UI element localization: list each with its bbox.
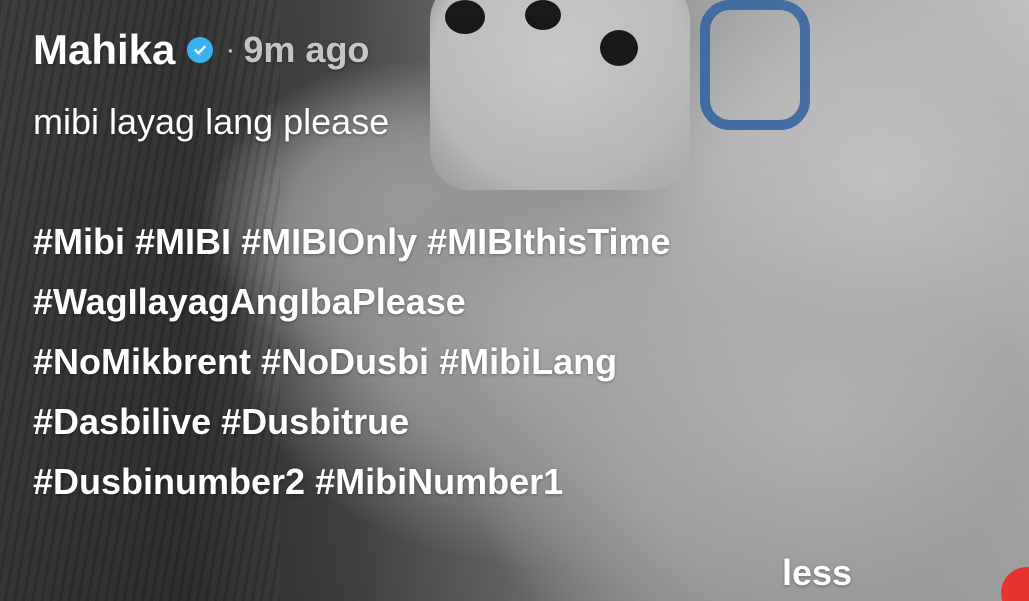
hashtag-link[interactable]: #Dusbitrue [221,401,409,442]
post-caption: Mahika · 9m ago mibi layag lang please #… [33,24,933,512]
hashtag-list: #Mibi #MIBI #MIBIOnly #MIBIthisTime #Wag… [33,212,933,512]
hashtag-line: #WagIlayagAngIbaPlease [33,272,933,332]
hashtag-link[interactable]: #MibiLang [439,341,617,382]
hashtag-link[interactable]: #Dasbilive [33,401,211,442]
post-header: Mahika · 9m ago [33,24,933,76]
username[interactable]: Mahika [33,24,175,76]
hashtag-link[interactable]: #MIBIthisTime [427,221,670,262]
hashtag-link[interactable]: #Mibi [33,221,125,262]
hashtag-link[interactable]: #WagIlayagAngIbaPlease [33,281,466,322]
hashtag-link[interactable]: #NoDusbi [261,341,429,382]
hashtag-link[interactable]: #Dusbinumber2 [33,461,305,502]
hashtag-line: #Dusbinumber2 #MibiNumber1 [33,452,933,512]
hashtag-link[interactable]: #MIBI [135,221,231,262]
separator-dot: · [225,33,236,66]
hashtag-link[interactable]: #MibiNumber1 [315,461,563,502]
caption-text: mibi layag lang please [33,101,390,142]
verified-check-icon [187,37,214,63]
hashtag-line: #NoMikbrent #NoDusbi #MibiLang [33,332,933,392]
video-post-screen: Mahika · 9m ago mibi layag lang please #… [0,0,1029,601]
post-time: 9m ago [243,29,370,70]
hashtag-line: #Dasbilive #Dusbitrue [33,392,933,452]
hashtag-link[interactable]: #NoMikbrent [33,341,251,382]
hashtag-line: #Mibi #MIBI #MIBIOnly #MIBIthisTime [33,212,933,272]
show-less-button[interactable]: less [782,551,852,595]
hashtag-link[interactable]: #MIBIOnly [241,221,417,262]
